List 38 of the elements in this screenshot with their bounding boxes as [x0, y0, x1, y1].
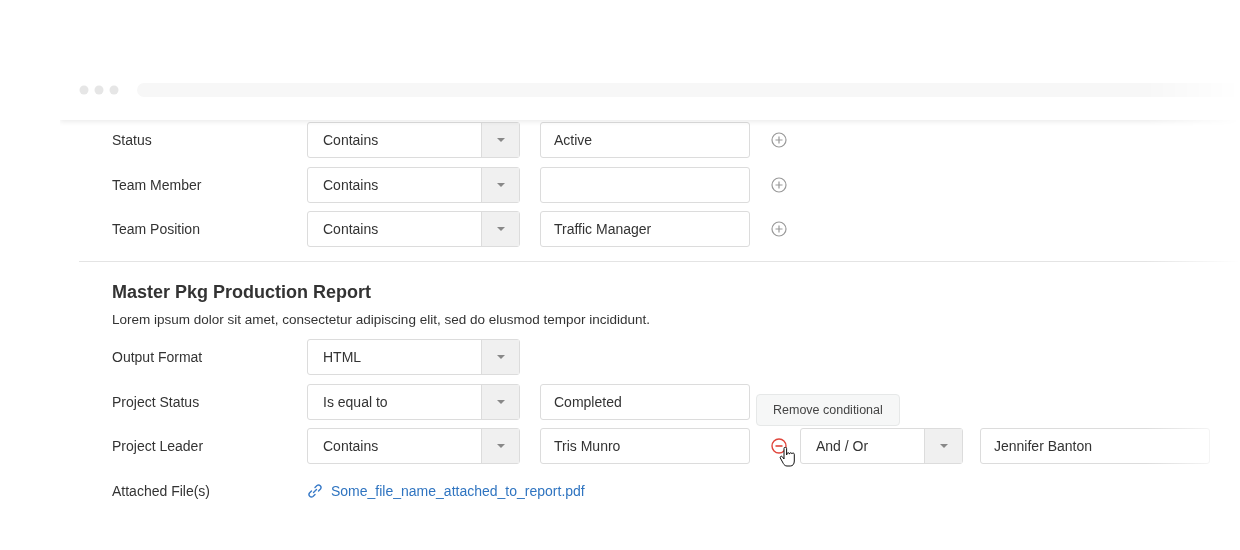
file-link[interactable]: Some_file_name_attached_to_report.pdf — [307, 482, 585, 499]
tooltip: Remove conditional — [756, 394, 900, 426]
field-label: Output Format — [112, 349, 204, 365]
field-label: Attached File(s) — [112, 482, 212, 499]
caret-icon[interactable] — [496, 444, 505, 448]
input-field[interactable]: Active — [540, 122, 750, 158]
caret-icon[interactable] — [496, 138, 505, 142]
dropdown[interactable]: Is equal to — [307, 383, 520, 420]
section-description: Lorem ipsum dolor sit amet, consectetur adipiscing elit, sed do elusmod tempor incididunt. — [112, 312, 652, 327]
caret-icon[interactable] — [939, 444, 948, 448]
add-icon[interactable] — [771, 221, 787, 237]
input-field[interactable]: Jennifer Banton — [980, 428, 1210, 464]
input-field[interactable]: Tris Munro — [540, 428, 750, 464]
caret-icon[interactable] — [496, 182, 505, 187]
hand-cursor-icon[interactable] — [779, 447, 795, 467]
input-field[interactable] — [540, 166, 750, 203]
caret-icon[interactable] — [496, 227, 505, 231]
dropdown[interactable]: Contains — [307, 211, 520, 247]
paperclip-icon[interactable] — [307, 482, 323, 499]
section-title: Master Pkg Production Report — [112, 282, 373, 303]
dropdown[interactable]: Contains — [307, 122, 520, 158]
field-label: Team Position — [112, 221, 201, 237]
field-label: Project Leader — [112, 438, 205, 454]
dropdown[interactable]: And / Or — [800, 428, 963, 464]
add-icon[interactable] — [771, 132, 787, 148]
input-field[interactable]: Traffic Manager — [540, 211, 750, 247]
dropdown[interactable]: Contains — [307, 166, 520, 203]
input-field[interactable]: Completed — [540, 383, 750, 420]
remove-icon[interactable] — [771, 438, 787, 454]
field-label: Status — [112, 132, 153, 148]
add-icon[interactable] — [771, 176, 787, 193]
field-label: Project Status — [112, 393, 201, 410]
dropdown[interactable]: HTML — [307, 339, 520, 375]
caret-icon[interactable] — [496, 355, 505, 359]
caret-icon[interactable] — [496, 399, 505, 404]
window-controls-icon — [79, 85, 119, 95]
dropdown[interactable]: Contains — [307, 428, 520, 464]
field-label: Team Member — [112, 176, 203, 193]
